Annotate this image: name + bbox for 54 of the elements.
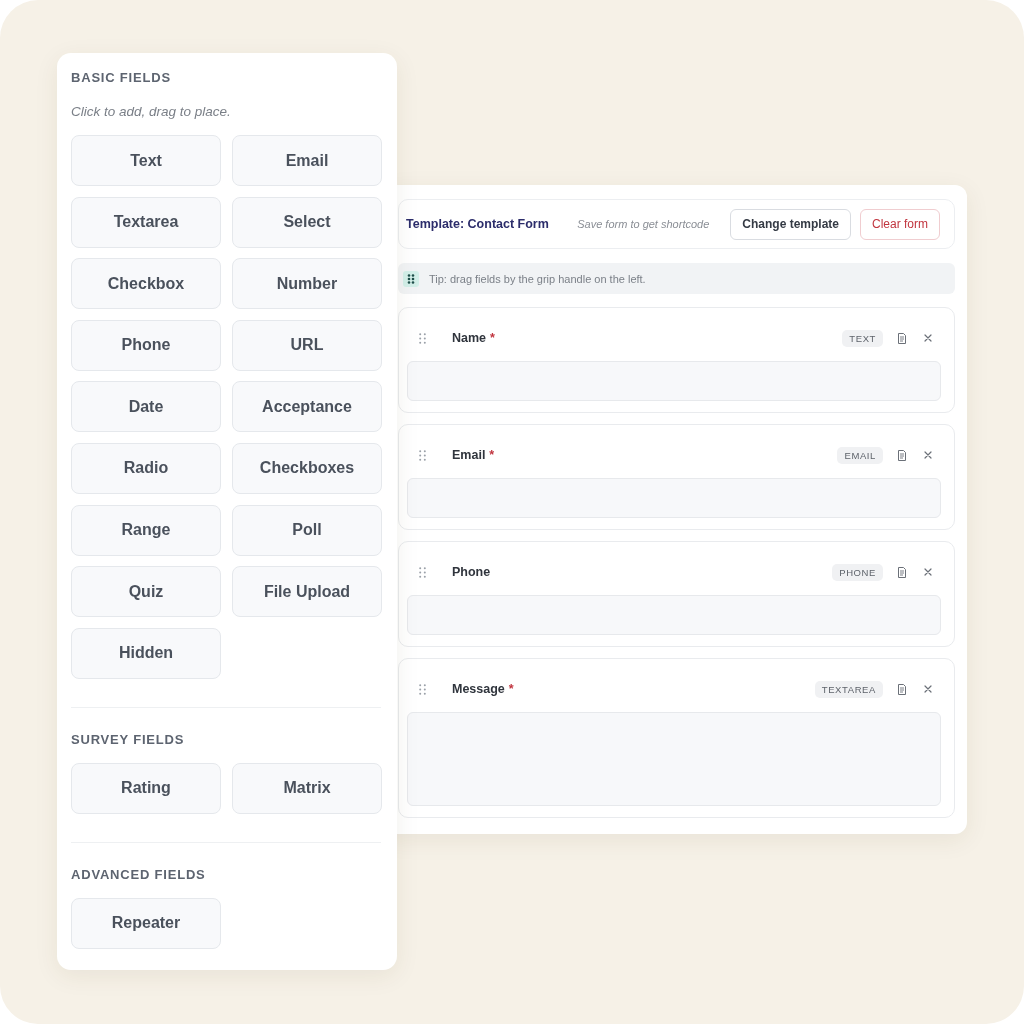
add-field-button[interactable]: Hidden <box>71 627 221 679</box>
add-field-button[interactable]: Textarea <box>71 196 221 248</box>
add-field-button[interactable]: Poll <box>232 504 382 556</box>
field-type-badge: TEXT <box>842 329 883 347</box>
add-field-button[interactable]: Select <box>232 196 382 248</box>
field-label: Message * <box>452 682 514 696</box>
field-label: Email * <box>452 448 495 462</box>
duplicate-icon[interactable] <box>897 448 907 462</box>
field-type-badge: TEXTAREA <box>814 680 883 698</box>
drag-handle-icon[interactable] <box>419 332 426 344</box>
add-field-button[interactable]: Number <box>232 258 382 310</box>
field-type-badge: EMAIL <box>837 446 883 464</box>
clear-form-button[interactable]: Clear form <box>860 208 940 240</box>
add-field-button[interactable]: Date <box>71 381 221 433</box>
field-label: Name * <box>452 331 495 345</box>
add-field-button[interactable]: Matrix <box>232 762 382 814</box>
add-field-button[interactable]: Quiz <box>71 566 221 618</box>
add-field-button[interactable]: Acceptance <box>232 381 382 433</box>
add-field-button[interactable]: URL <box>232 319 382 371</box>
template-name: Template: Contact Form <box>406 217 550 231</box>
close-icon[interactable] <box>924 568 932 576</box>
duplicate-icon[interactable] <box>897 565 907 579</box>
drag-handle-icon[interactable] <box>419 683 426 695</box>
field-type-badge: PHONE <box>832 563 883 581</box>
input-field[interactable] <box>407 361 941 401</box>
tip-text: Tip: drag fields by the grip handle on the left. <box>429 272 646 285</box>
add-field-button[interactable]: Range <box>71 504 221 556</box>
close-icon[interactable] <box>924 451 932 459</box>
close-icon[interactable] <box>924 685 932 693</box>
add-field-button[interactable]: Radio <box>71 442 221 494</box>
section-title: ADVANCED FIELDS <box>71 865 207 884</box>
drag-handle-icon[interactable] <box>419 566 426 578</box>
change-template-button[interactable]: Change template <box>730 208 851 240</box>
duplicate-icon[interactable] <box>897 331 907 345</box>
add-field-button[interactable]: File Upload <box>232 566 382 618</box>
add-field-button[interactable]: Rating <box>71 762 221 814</box>
section-title: BASIC FIELDS <box>71 69 172 87</box>
drag-handle-icon[interactable] <box>419 449 426 461</box>
grip-icon <box>403 270 419 287</box>
add-field-button[interactable]: Checkbox <box>71 258 221 310</box>
add-field-button[interactable]: Phone <box>71 319 221 371</box>
duplicate-icon[interactable] <box>897 682 907 696</box>
palette-hint: Click to add, drag to place. <box>71 103 232 121</box>
input-field[interactable] <box>407 478 941 518</box>
add-field-button[interactable]: Repeater <box>71 897 221 949</box>
textarea-field[interactable] <box>407 712 941 806</box>
section-title: SURVEY FIELDS <box>71 730 186 749</box>
shortcode-hint: Save form to get shortcode <box>577 218 710 230</box>
add-field-button[interactable]: Text <box>71 135 221 186</box>
add-field-button[interactable]: Email <box>232 135 382 186</box>
add-field-button[interactable]: Checkboxes <box>232 442 382 494</box>
field-label: Phone <box>452 565 491 579</box>
input-field[interactable] <box>407 595 941 635</box>
close-icon[interactable] <box>924 334 932 342</box>
